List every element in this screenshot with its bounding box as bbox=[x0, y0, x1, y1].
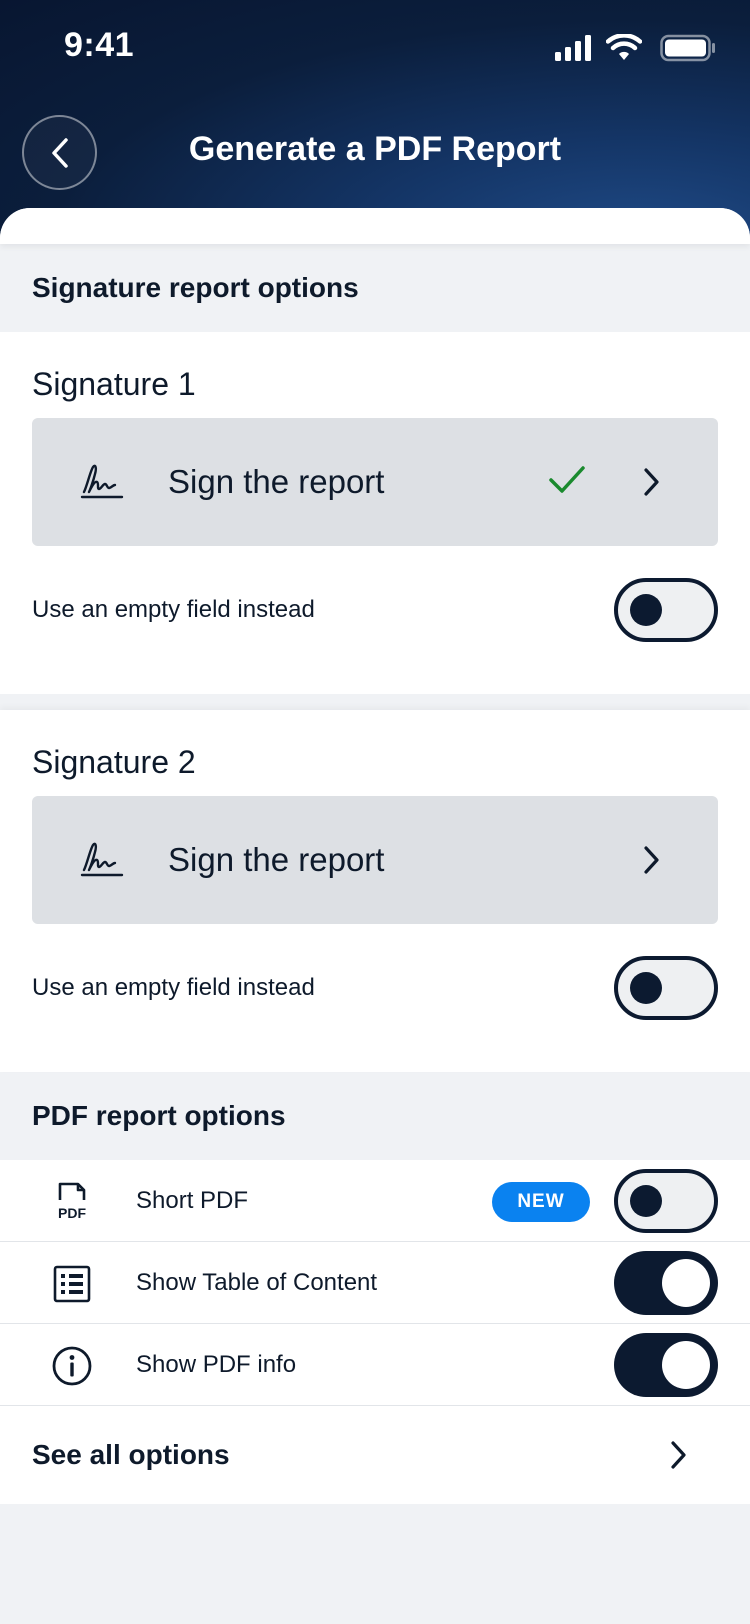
chevron-right-icon bbox=[671, 1441, 686, 1469]
sign-report-button-2[interactable]: Sign the report bbox=[32, 796, 718, 924]
svg-text:PDF: PDF bbox=[58, 1205, 86, 1221]
option-label: Show Table of Content bbox=[136, 1269, 378, 1296]
signature-icon bbox=[80, 464, 124, 499]
signal-icon bbox=[555, 35, 591, 61]
table-of-contents-icon bbox=[53, 1265, 91, 1303]
signature-card-2: Signature 2 Sign the report Use an empty… bbox=[0, 710, 750, 1072]
empty-field-toggle-2[interactable] bbox=[614, 956, 718, 1020]
option-table-of-content: Show Table of Content bbox=[0, 1242, 750, 1324]
pdf-file-icon: PDF bbox=[58, 1182, 86, 1221]
pdf-section-title: PDF report options bbox=[32, 1100, 286, 1131]
header: 9:41 Generate a PDF Report bbox=[0, 0, 750, 240]
sign-report-button-1[interactable]: Sign the report bbox=[32, 418, 718, 546]
option-short-pdf: PDF Short PDF NEW bbox=[0, 1160, 750, 1242]
short-pdf-toggle[interactable] bbox=[614, 1169, 718, 1233]
empty-field-row-1: Use an empty field instead bbox=[32, 562, 718, 658]
see-all-options-button[interactable]: See all options bbox=[0, 1406, 750, 1504]
signature-title: Signature 1 bbox=[32, 366, 196, 402]
chevron-right-icon bbox=[644, 468, 659, 496]
sign-report-label: Sign the report bbox=[168, 841, 385, 878]
option-pdf-info: Show PDF info bbox=[0, 1324, 750, 1406]
empty-field-row-2: Use an empty field instead bbox=[32, 940, 718, 1036]
info-icon bbox=[52, 1346, 92, 1386]
see-all-options-label: See all options bbox=[32, 1439, 230, 1470]
option-label: Show PDF info bbox=[136, 1351, 297, 1378]
table-of-content-toggle[interactable] bbox=[614, 1251, 718, 1315]
signature-icon bbox=[80, 842, 124, 877]
pdf-options-list: PDF Short PDF NEW Show Table of Content bbox=[0, 1160, 750, 1504]
empty-field-label: Use an empty field instead bbox=[32, 974, 315, 1001]
chevron-right-icon bbox=[644, 846, 659, 874]
content-sheet: Signature report options Signature 1 Sig… bbox=[0, 208, 750, 1624]
status-time: 9:41 bbox=[64, 26, 135, 64]
signature-section-title: Signature report options bbox=[32, 272, 359, 303]
sign-report-label: Sign the report bbox=[168, 463, 385, 500]
wifi-icon bbox=[606, 34, 642, 60]
battery-icon bbox=[660, 34, 715, 62]
empty-field-toggle-1[interactable] bbox=[614, 578, 718, 642]
page-title: Generate a PDF Report bbox=[188, 130, 562, 168]
checkmark-icon bbox=[549, 466, 585, 493]
new-badge: NEW bbox=[492, 1182, 590, 1222]
option-label: Short PDF bbox=[136, 1187, 249, 1214]
signature-card-1: Signature 1 Sign the report Use an empty… bbox=[0, 332, 750, 694]
signature-title: Signature 2 bbox=[32, 744, 196, 780]
status-bar: 9:41 bbox=[0, 0, 750, 96]
empty-field-label: Use an empty field instead bbox=[32, 596, 315, 623]
pdf-info-toggle[interactable] bbox=[614, 1333, 718, 1397]
